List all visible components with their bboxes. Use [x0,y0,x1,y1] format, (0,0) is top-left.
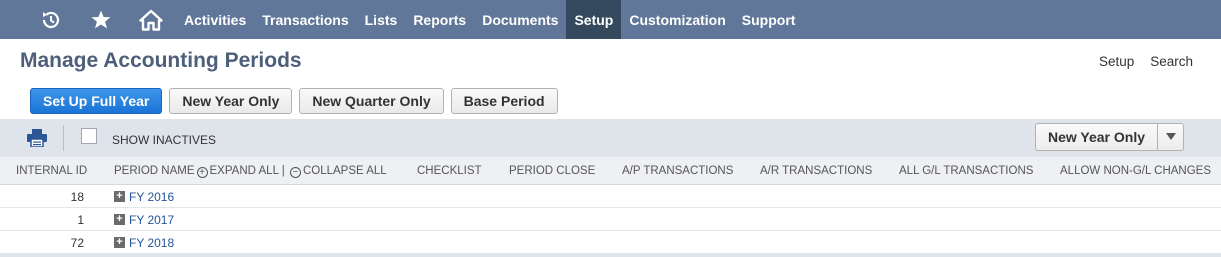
row-internal-id: 18 [70,190,84,204]
col-internal-id[interactable]: INTERNAL ID [16,165,87,177]
search-link[interactable]: Search [1150,54,1193,69]
col-allow-non-gl-changes: ALLOW NON-G/L CHANGES [1060,165,1212,177]
table-footer-strip [0,253,1221,257]
row-internal-id: 72 [70,236,84,250]
new-quarter-only-button[interactable]: New Quarter Only [299,88,444,114]
dropdown-arrow-icon[interactable] [1157,124,1183,150]
new-year-only-dropdown[interactable]: New Year Only [1035,123,1184,151]
expand-row-icon[interactable]: + [114,214,125,225]
recent-icon[interactable] [26,0,76,39]
expand-row-icon[interactable]: + [114,237,125,248]
row-internal-id: 1 [77,213,84,227]
setup-full-year-button[interactable]: Set Up Full Year [30,88,163,114]
nav-support[interactable]: Support [734,0,804,39]
period-name-link[interactable]: FY 2018 [129,236,174,250]
show-inactives-checkbox[interactable] [81,128,97,144]
period-name-link[interactable]: FY 2017 [129,213,174,227]
base-period-button[interactable]: Base Period [450,88,558,114]
col-ap-transactions: A/P TRANSACTIONS [622,165,734,177]
nav-customization[interactable]: Customization [621,0,733,39]
col-period-name-group: PERIOD NAME + EXPAND ALL | − COLLAPSE ALL [114,165,387,178]
col-checklist: CHECKLIST [417,165,482,177]
expand-row-icon[interactable]: + [114,191,125,202]
nav-reports[interactable]: Reports [405,0,474,39]
filter-divider [63,125,64,151]
new-year-only-button[interactable]: New Year Only [169,88,293,114]
col-ar-transactions: A/R TRANSACTIONS [760,165,873,177]
col-period-name[interactable]: PERIOD NAME [114,165,195,177]
page-title: Manage Accounting Periods [20,49,302,72]
print-icon[interactable] [27,129,47,148]
nav-documents[interactable]: Documents [474,0,566,39]
filter-bar: SHOW INACTIVES New Year Only [0,119,1221,157]
expand-all-icon[interactable]: + [196,167,208,178]
period-name-link[interactable]: FY 2016 [129,190,174,204]
nav-lists[interactable]: Lists [357,0,406,39]
nav-setup[interactable]: Setup [566,0,622,39]
nav-transactions[interactable]: Transactions [254,0,356,39]
top-nav: Activities Transactions Lists Reports Do… [0,0,1221,39]
table-row: 18 + FY 2016 [0,185,1221,208]
table-row: 72 + FY 2018 [0,231,1221,254]
nav-activities[interactable]: Activities [176,0,254,39]
expand-all-link[interactable]: EXPAND ALL | [210,165,285,177]
dropdown-label: New Year Only [1048,129,1146,145]
col-period-close: PERIOD CLOSE [509,165,596,177]
col-all-gl-transactions: ALL G/L TRANSACTIONS [899,165,1034,177]
home-icon[interactable] [126,0,176,39]
table-row: 1 + FY 2017 [0,208,1221,231]
star-icon[interactable] [76,0,126,39]
action-buttons: Set Up Full Year New Year Only New Quart… [30,88,558,114]
top-links: Setup Search [1099,54,1193,69]
setup-link[interactable]: Setup [1099,54,1134,69]
collapse-all-icon[interactable]: − [289,167,301,178]
collapse-all-link[interactable]: COLLAPSE ALL [303,165,387,177]
show-inactives-label: SHOW INACTIVES [112,133,217,147]
table-header: INTERNAL ID PERIOD NAME + EXPAND ALL | − CO… [0,157,1221,185]
